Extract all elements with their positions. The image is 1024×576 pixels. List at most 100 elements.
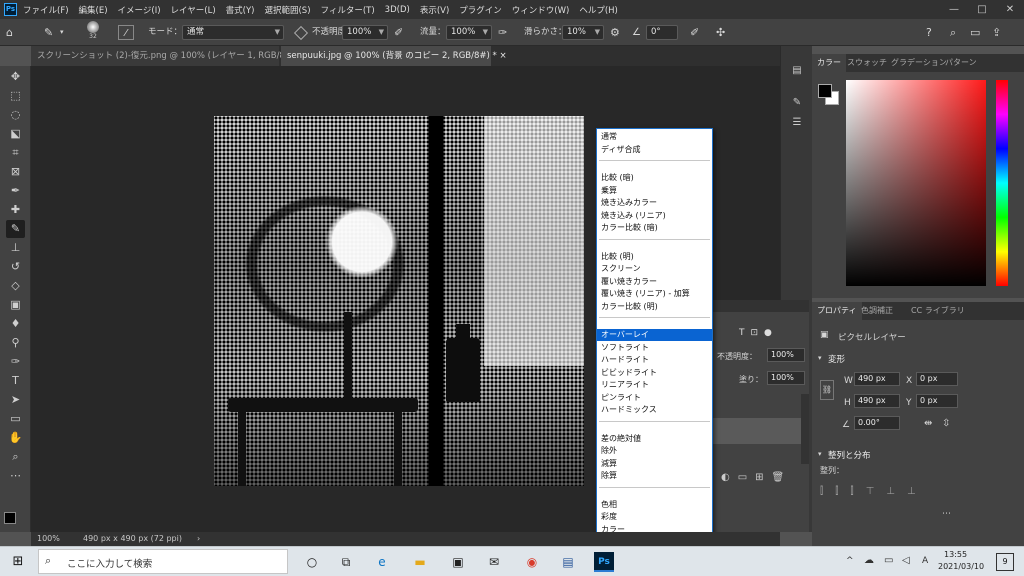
brush-tool-icon[interactable]: ✎ <box>44 25 53 40</box>
menu-filter[interactable]: フィルター(T) <box>321 4 375 16</box>
gradient-tool-icon[interactable]: ▣ <box>6 296 25 314</box>
menu-help[interactable]: ヘルプ(H) <box>579 4 618 16</box>
store-icon[interactable]: ▣ <box>448 552 468 572</box>
flip-horizontal-icon[interactable]: ⇹ <box>924 418 932 429</box>
clone-stamp-tool-icon[interactable]: ⊥ <box>6 239 25 257</box>
blend-mode-option[interactable]: 減算 <box>597 458 712 470</box>
blend-mode-option[interactable]: ソフトライト <box>597 342 712 354</box>
hand-tool-icon[interactable]: ✋ <box>6 429 25 447</box>
brush-tool-icon[interactable]: ✎ <box>6 220 25 238</box>
chrome-icon[interactable]: ◉ <box>522 552 542 572</box>
taskbar-search-box[interactable]: ⌕ ここに入力して検索 <box>38 549 288 574</box>
mail-icon[interactable]: ✉ <box>484 552 504 572</box>
pen-tool-icon[interactable]: ✑ <box>6 353 25 371</box>
layers-scrollbar[interactable] <box>801 394 809 464</box>
type-tool-icon[interactable]: T <box>6 372 25 390</box>
pressure-opacity-icon[interactable]: ✐ <box>394 25 403 40</box>
close-icon[interactable]: × <box>499 51 506 61</box>
lasso-tool-icon[interactable]: ◌ <box>6 106 25 124</box>
cortana-icon[interactable]: ○ <box>302 552 322 572</box>
symmetry-icon[interactable]: ✣ <box>716 25 725 40</box>
object-select-tool-icon[interactable]: ⬕ <box>6 125 25 143</box>
blend-mode-option[interactable]: ハードミックス <box>597 404 712 416</box>
blend-mode-option[interactable]: 焼き込み (リニア) <box>597 210 712 222</box>
more-tools-icon[interactable]: ⋯ <box>6 467 25 485</box>
share-icon[interactable]: ⇪ <box>992 25 1001 40</box>
eyedropper-tool-icon[interactable]: ✒ <box>6 182 25 200</box>
x-input[interactable]: 0 px <box>916 372 958 386</box>
frame-tool-icon[interactable]: ⊠ <box>6 163 25 181</box>
chevron-down-icon[interactable]: ▾ <box>60 25 64 40</box>
windows-start-icon[interactable]: ⊞ <box>8 552 28 572</box>
photoshop-taskbar-icon[interactable]: Ps <box>594 552 614 572</box>
move-tool-icon[interactable]: ✥ <box>6 68 25 86</box>
y-input[interactable]: 0 px <box>916 394 958 408</box>
brush-preset-picker[interactable]: 32 <box>82 21 104 43</box>
chevron-up-icon[interactable]: ^ <box>846 556 854 566</box>
brush-settings-icon[interactable]: ⁄ <box>118 25 134 40</box>
rotate-input[interactable]: 0.00° <box>854 416 900 430</box>
home-icon[interactable]: ⌂ <box>6 25 13 40</box>
blend-mode-option[interactable]: オーバーレイ <box>597 329 712 341</box>
opacity-input[interactable]: 100% ▼ <box>342 25 388 40</box>
tab-swatches[interactable]: スウォッチ <box>842 54 892 72</box>
layer-filter-icons[interactable]: T⊡● <box>739 328 778 338</box>
flow-input[interactable]: 100% ▼ <box>446 25 492 40</box>
smoothing-input[interactable]: 10% ▼ <box>562 25 604 40</box>
blend-mode-option[interactable]: スクリーン <box>597 263 712 275</box>
halftone-fan-image[interactable] <box>214 116 584 486</box>
menu-window[interactable]: ウィンドウ(W) <box>512 4 570 16</box>
tab-patterns[interactable]: パターン <box>940 54 982 72</box>
tab-senpuuki[interactable]: senpuuki.jpg @ 100% (背景 のコピー 2, RGB/8#) … <box>281 46 507 66</box>
hue-slider[interactable] <box>996 80 1008 286</box>
blend-mode-option[interactable]: 差の絶対値 <box>597 433 712 445</box>
tab-color[interactable]: カラー <box>812 54 846 72</box>
blend-mode-option[interactable]: 通常 <box>597 131 712 143</box>
photoshop-app-icon[interactable]: Ps <box>4 3 17 16</box>
rectangle-tool-icon[interactable]: ▭ <box>6 410 25 428</box>
layer-row-selected[interactable] <box>713 418 801 444</box>
path-select-tool-icon[interactable]: ➤ <box>6 391 25 409</box>
blend-mode-option[interactable]: ビビッドライト <box>597 367 712 379</box>
blend-mode-option[interactable]: 覆い焼きカラー <box>597 276 712 288</box>
blend-mode-option[interactable]: リニアライト <box>597 379 712 391</box>
opacity-pressure-icon[interactable] <box>293 25 309 41</box>
tab-adjustments[interactable]: 色調補正 <box>856 302 898 320</box>
help-icon[interactable]: ? <box>926 25 932 40</box>
chevron-down-icon[interactable]: ▾ <box>818 354 822 362</box>
edge-icon[interactable]: e <box>372 552 392 572</box>
menu-3d[interactable]: 3D(D) <box>385 5 410 15</box>
flip-vertical-icon[interactable]: ⇳ <box>942 418 950 429</box>
link-icon[interactable]: ⛓ <box>820 380 834 400</box>
file-explorer-icon[interactable]: ▬ <box>410 552 430 572</box>
crop-tool-icon[interactable]: ⌗ <box>6 144 25 162</box>
layer-opacity-input[interactable]: 100% <box>767 348 805 362</box>
network-icon[interactable]: ▭ <box>884 555 893 566</box>
blend-mode-option[interactable]: 除算 <box>597 470 712 482</box>
menu-image[interactable]: イメージ(I) <box>118 4 161 16</box>
blend-mode-option[interactable]: ディザ合成 <box>597 144 712 156</box>
height-input[interactable]: 490 px <box>854 394 900 408</box>
tab-screenshot[interactable]: スクリーンショット (2)-復元.png @ 100% (レイヤー 1, RGB… <box>31 46 305 66</box>
blend-mode-option[interactable]: 覆い焼き (リニア) - 加算 <box>597 288 712 300</box>
blend-mode-option[interactable]: カラー比較 (暗) <box>597 222 712 234</box>
blend-mode-option[interactable]: 色相 <box>597 499 712 511</box>
color-field[interactable] <box>846 80 986 286</box>
menu-type[interactable]: 書式(Y) <box>226 4 255 16</box>
angle-input[interactable]: 0° <box>646 25 678 40</box>
notification-center-icon[interactable]: 9 <box>996 553 1014 571</box>
adjustments-panel-icon[interactable]: ☰ <box>790 116 804 130</box>
clock-date[interactable]: 2021/03/10 <box>938 562 984 571</box>
blend-mode-option[interactable]: 比較 (暗) <box>597 172 712 184</box>
blend-mode-option[interactable]: 乗算 <box>597 185 712 197</box>
healing-brush-tool-icon[interactable]: ✚ <box>6 201 25 219</box>
align-buttons[interactable]: ⫿⫿⫿⊤⊥⊥ <box>820 486 928 497</box>
airbrush-icon[interactable]: ✑ <box>498 25 507 40</box>
zoom-tool-icon[interactable]: ⌕ <box>6 448 25 466</box>
foreground-color-swatch[interactable] <box>4 512 16 524</box>
width-input[interactable]: 490 px <box>854 372 900 386</box>
blend-mode-option[interactable]: 除外 <box>597 445 712 457</box>
marquee-tool-icon[interactable]: ⬚ <box>6 87 25 105</box>
history-panel-icon[interactable]: ▤ <box>790 64 804 78</box>
menu-plugins[interactable]: プラグイン <box>459 4 502 16</box>
